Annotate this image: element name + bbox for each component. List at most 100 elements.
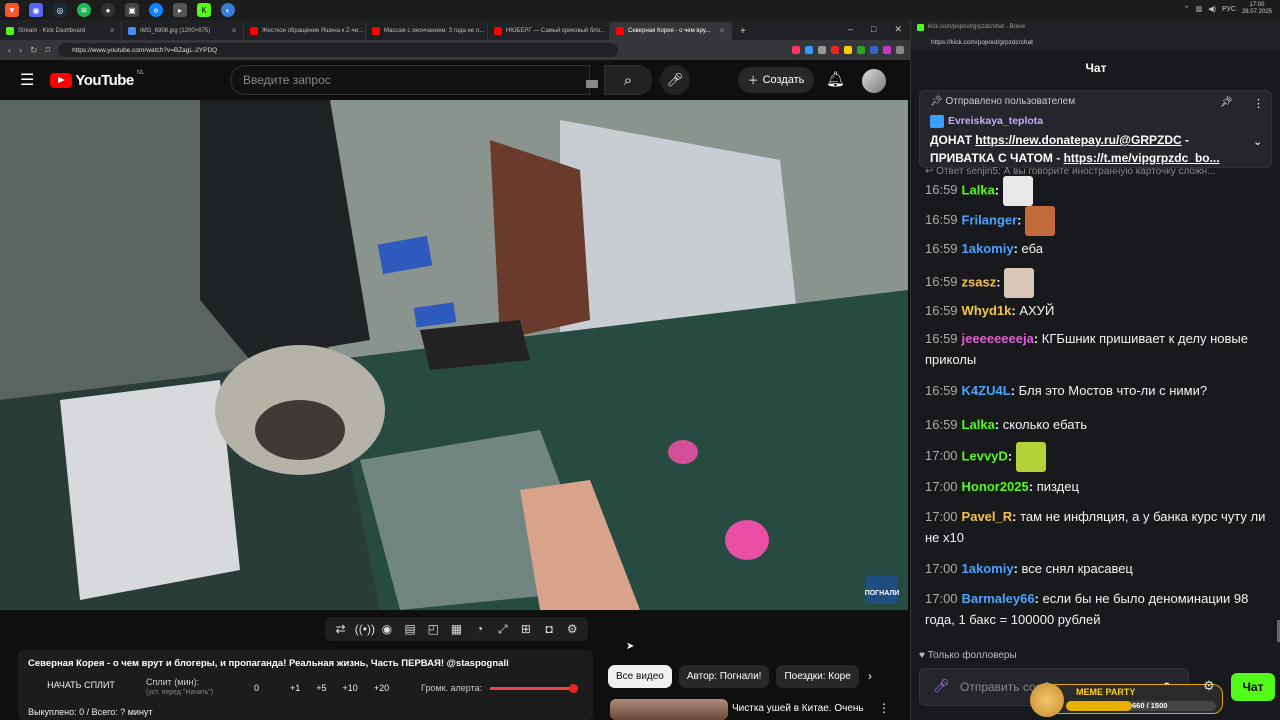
chat-settings-gear-icon[interactable]: ⚙	[1203, 678, 1215, 694]
increment-button[interactable]: +1	[290, 683, 300, 693]
tab-image[interactable]: IMG_6908.jpg (1200×675) ✕	[122, 22, 244, 40]
loop-icon[interactable]: ⇄	[332, 622, 350, 636]
tab-youtube-1[interactable]: Жесткое обращение Яшина к Z-чи... ✕	[244, 22, 366, 40]
add-box-icon[interactable]: ⊞	[517, 622, 535, 636]
message-username[interactable]: Lalka	[962, 182, 995, 197]
spotify-icon[interactable]: ≋	[77, 3, 91, 17]
message-username[interactable]: 1akomiy	[962, 241, 1014, 256]
more-vert-icon[interactable]: ⋮	[1253, 97, 1264, 110]
alert-volume-thumb[interactable]	[568, 684, 578, 693]
pinned-username[interactable]: Evreiskaya_teplota	[948, 115, 1043, 127]
volume-icon[interactable]: ◀)	[1208, 5, 1216, 13]
avatar[interactable]	[862, 69, 886, 93]
keyboard-icon[interactable]	[586, 80, 598, 88]
split-value[interactable]: 0	[254, 683, 259, 693]
extension-icon[interactable]	[870, 46, 878, 54]
microphone-icon[interactable]: 🎤︎	[933, 678, 950, 694]
maximize-button[interactable]: □	[871, 24, 876, 35]
message-username[interactable]: Frilanger	[962, 212, 1018, 227]
app-icon[interactable]: ▣	[125, 3, 139, 17]
network-icon[interactable]: ▥	[1196, 5, 1203, 13]
forward-icon[interactable]: ›	[19, 45, 22, 55]
create-button[interactable]: ＋ Создать	[738, 67, 814, 93]
chevron-right-icon[interactable]: ›	[868, 669, 872, 683]
close-window-button[interactable]: ✕	[894, 24, 902, 35]
emote-icon[interactable]	[1004, 268, 1035, 298]
message-username[interactable]: K4ZU4L	[962, 383, 1011, 398]
reload-icon[interactable]: ↻	[30, 45, 38, 56]
folder-icon[interactable]: ▸	[173, 3, 187, 17]
tab-kick-dashboard[interactable]: Stream - Kick Dashboard ✕	[0, 22, 122, 40]
message-username[interactable]: Pavel_R	[962, 509, 1013, 524]
message-username[interactable]: zsasz	[962, 274, 997, 289]
clock[interactable]: 17:00 28.07.2025	[1242, 2, 1272, 16]
tab-youtube-3[interactable]: НЮБЕРГ — Самый криковый бло... ✕	[488, 22, 610, 40]
bookmark-icon[interactable]: ⌑	[46, 45, 51, 56]
chat-url-field[interactable]: https://kick.com/popout/grpzdc/chat	[911, 34, 1280, 50]
obs-icon[interactable]: ●	[101, 3, 115, 17]
menu-icon[interactable]	[896, 46, 904, 54]
broadcast-icon[interactable]: ((•))	[355, 622, 375, 636]
alert-volume-slider[interactable]	[490, 684, 578, 693]
message-username[interactable]: Honor2025	[962, 479, 1029, 494]
extension-icon[interactable]	[805, 46, 813, 54]
message-username[interactable]: Whyd1k	[962, 303, 1012, 318]
extension-icon[interactable]	[831, 46, 839, 54]
close-icon[interactable]: ✕	[231, 27, 237, 35]
new-tab-button[interactable]: +	[732, 26, 754, 40]
emote-icon[interactable]	[1002, 176, 1033, 206]
brave-icon[interactable]: ▼	[5, 3, 19, 17]
notifications-bell-icon[interactable]: 🔔︎	[826, 70, 845, 88]
tab-youtube-2[interactable]: Массаж с окончанием: 3 года не л... ✕	[366, 22, 488, 40]
message-username[interactable]: LevvyD	[962, 448, 1008, 463]
emote-icon[interactable]	[1015, 442, 1046, 472]
chrome-icon[interactable]: ◐	[221, 3, 235, 17]
message-username[interactable]: jeeeeeeeeja	[962, 331, 1034, 346]
message-username[interactable]: 1akomiy	[962, 561, 1014, 576]
search-button[interactable]: ⌕	[604, 65, 652, 95]
extension-icon[interactable]	[792, 46, 800, 54]
expand-icon[interactable]: ⤢	[494, 622, 512, 637]
extension-icon[interactable]	[883, 46, 891, 54]
send-chat-button[interactable]: Чат	[1231, 673, 1275, 701]
search-input[interactable]: Введите запрос	[230, 65, 590, 95]
close-icon[interactable]: ✕	[719, 27, 725, 35]
language-indicator[interactable]: РУС	[1222, 6, 1236, 13]
minimize-button[interactable]: –	[848, 24, 853, 35]
speed-icon[interactable]: ◔	[471, 622, 489, 636]
voice-search-button[interactable]: 🎤︎	[660, 65, 690, 95]
recommendation-thumbnail[interactable]	[610, 699, 728, 720]
hamburger-menu-icon[interactable]: ☰	[20, 70, 34, 90]
chip-author[interactable]: Автор: Погнали!	[678, 665, 770, 688]
chevron-down-icon[interactable]: ⌄	[1253, 135, 1262, 148]
start-split-button[interactable]: НАЧАТЬ СПЛИТ	[28, 680, 134, 690]
chip-trips[interactable]: Поездки: Коре	[776, 665, 859, 688]
back-icon[interactable]: ‹	[8, 45, 11, 55]
film-icon[interactable]: ▦	[447, 622, 465, 636]
gear-icon[interactable]: ⚙	[563, 622, 581, 636]
extension-icon[interactable]	[857, 46, 865, 54]
message-username[interactable]: Barmaley66	[962, 591, 1035, 606]
edge-icon[interactable]: e	[149, 3, 163, 17]
increment-button[interactable]: +5	[316, 683, 326, 693]
kick-icon[interactable]: K	[197, 3, 211, 17]
tab-youtube-active[interactable]: Северная Корея - о чем вру... ✕	[610, 22, 732, 40]
chip-all-videos[interactable]: Все видео	[608, 665, 672, 688]
url-field[interactable]: https://www.youtube.com/watch?v=BZagL-2Y…	[58, 43, 619, 57]
youtube-logo[interactable]: YouTube NL	[50, 70, 144, 89]
more-vert-icon[interactable]: ⋮	[878, 701, 890, 715]
extension-icon[interactable]	[844, 46, 852, 54]
recommendation-title[interactable]: Чистка ушей в Китае. Очень	[732, 703, 864, 714]
increment-button[interactable]: +10	[343, 683, 358, 693]
steam-icon[interactable]: ◎	[53, 3, 67, 17]
discord-icon[interactable]: ◉	[29, 3, 43, 17]
pip-icon[interactable]: ◰	[424, 622, 442, 636]
donate-link[interactable]: https://new.donatepay.ru/@GRPZDC	[975, 133, 1181, 147]
unpin-icon[interactable]: 📌︎	[1220, 97, 1233, 108]
telegram-link[interactable]: https://t.me/vipgrpzdc_bo...	[1064, 151, 1220, 165]
close-icon[interactable]: ✕	[109, 27, 115, 35]
chevron-up-icon[interactable]: ⌃	[1184, 5, 1190, 13]
emote-icon[interactable]	[1025, 206, 1056, 236]
screenshot-icon[interactable]: ◘	[540, 622, 558, 636]
message-username[interactable]: Lalka	[962, 417, 995, 432]
